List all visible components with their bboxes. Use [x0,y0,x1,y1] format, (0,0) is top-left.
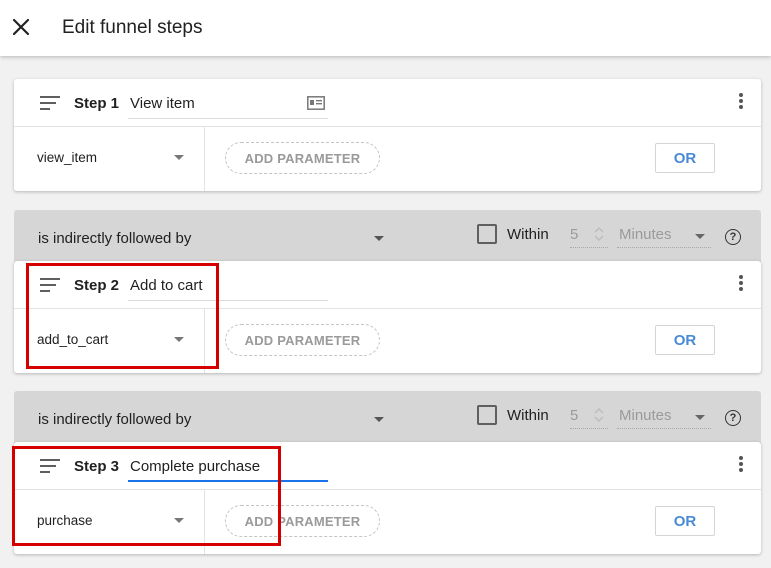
step-body: purchase ADD PARAMETER OR [14,490,761,554]
within-number-input[interactable]: 5 [570,405,608,429]
event-name: add_to_cart [37,332,109,347]
dialog-header: Edit funnel steps [0,0,771,56]
drag-handle-icon[interactable] [40,459,60,473]
within-label: Within [507,226,549,243]
event-name: view_item [37,150,98,165]
time-unit-text: Minutes [619,226,672,243]
help-icon[interactable]: ? [725,229,741,245]
step-label: Step 1 [74,95,120,112]
or-button[interactable]: OR [655,143,715,173]
step-body: view_item ADD PARAMETER OR [14,127,761,191]
divider [204,309,205,373]
help-icon[interactable]: ? [725,410,741,426]
within-value: 5 [570,226,579,243]
or-button[interactable]: OR [655,325,715,355]
event-select[interactable]: add_to_cart [36,329,184,351]
step-name-input[interactable] [128,269,328,301]
step-header: Step 2 [14,261,761,309]
relation-select[interactable]: is indirectly followed by [38,228,384,250]
step-label: Step 2 [74,277,120,294]
step-name-input[interactable] [128,87,328,119]
relation-text: is indirectly followed by [38,411,192,428]
add-parameter-button[interactable]: ADD PARAMETER [225,505,380,537]
step-card-3: Step 3 purchase ADD PARAMETER OR [14,442,761,554]
relation-text: is indirectly followed by [38,230,192,247]
step-header: Step 3 [14,442,761,490]
dropdown-caret-icon [374,236,384,241]
dropdown-caret-icon [174,518,184,523]
or-button[interactable]: OR [655,506,715,536]
step-connector-2: is indirectly followed by Within 5 Minut… [14,391,761,445]
dropdown-caret-icon [374,417,384,422]
dropdown-caret-icon [174,337,184,342]
time-unit-text: Minutes [619,407,672,424]
spinner-icon[interactable] [593,407,605,423]
step-name-input[interactable] [128,450,328,482]
divider [204,127,205,191]
step-label: Step 3 [74,458,120,475]
drag-handle-icon[interactable] [40,278,60,292]
dropdown-caret-icon [695,415,705,420]
within-number-input[interactable]: 5 [570,224,608,248]
add-parameter-button[interactable]: ADD PARAMETER [225,142,380,174]
step-header: Step 1 [14,79,761,127]
dropdown-caret-icon [695,234,705,239]
time-unit-select[interactable]: Minutes [617,405,711,429]
step-body: add_to_cart ADD PARAMETER OR [14,309,761,373]
more-options-icon[interactable] [737,275,745,295]
spinner-icon[interactable] [593,226,605,242]
dropdown-caret-icon [174,155,184,160]
within-value: 5 [570,407,579,424]
divider [204,490,205,554]
more-options-icon[interactable] [737,93,745,113]
contact-card-icon[interactable] [307,96,325,110]
more-options-icon[interactable] [737,456,745,476]
within-label: Within [507,407,549,424]
event-select[interactable]: purchase [36,510,184,532]
event-select[interactable]: view_item [36,147,184,169]
drag-handle-icon[interactable] [40,96,60,110]
within-checkbox[interactable] [477,224,497,244]
step-card-2: Step 2 add_to_cart ADD PARAMETER OR [14,261,761,373]
time-unit-select[interactable]: Minutes [617,224,711,248]
dialog-title: Edit funnel steps [62,17,203,38]
step-card-1: Step 1 view_item ADD PARAMETER OR [14,79,761,191]
step-connector-1: is indirectly followed by Within 5 Minut… [14,210,761,264]
within-checkbox[interactable] [477,405,497,425]
relation-select[interactable]: is indirectly followed by [38,409,384,431]
add-parameter-button[interactable]: ADD PARAMETER [225,324,380,356]
event-name: purchase [37,513,93,528]
close-icon[interactable] [10,16,32,38]
